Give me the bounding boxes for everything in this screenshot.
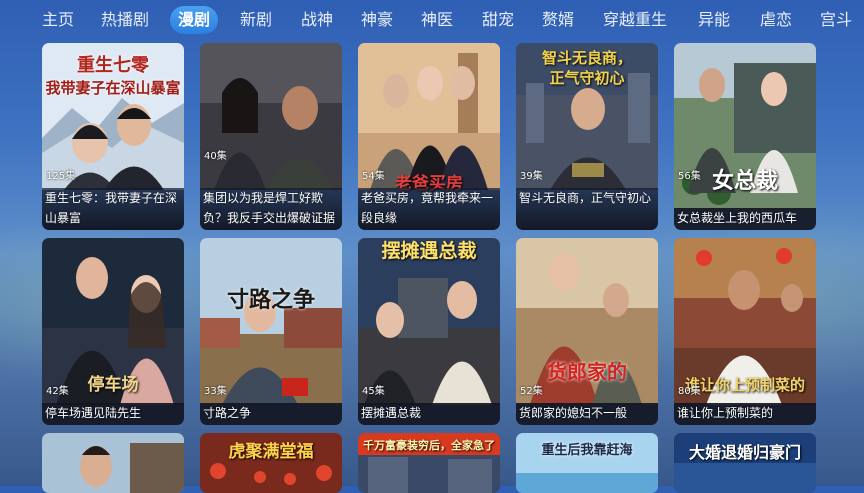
drama-title: 女总裁坐上我的西瓜车 xyxy=(674,208,816,230)
episode-count: 45集 xyxy=(362,386,385,397)
tab-tragic-love[interactable]: 虐恋 xyxy=(760,6,792,34)
poster-caption: 大婚退婚归豪门 xyxy=(688,443,801,462)
tab-palace[interactable]: 宫斗 xyxy=(820,6,852,34)
category-nav: 主页 热播剧 漫剧 新剧 战神 神豪 神医 甜宠 赘婿 穿越重生 异能 虐恋 宫… xyxy=(0,0,864,38)
drama-card[interactable]: 摆摊遇总裁 45集 摆摊遇总裁 xyxy=(358,238,500,425)
drama-title: 停车场遇见陆先生 xyxy=(42,403,184,425)
poster-caption: 重生七零 xyxy=(77,55,149,76)
drama-card[interactable]: 千万富豪装穷后，全家急了 xyxy=(358,433,500,493)
drama-card[interactable]: 停车场 42集 停车场遇见陆先生 xyxy=(42,238,184,425)
drama-title: 重生七零：我带妻子在深山暴富 xyxy=(42,188,184,230)
episode-count: 125集 xyxy=(46,171,76,182)
drama-poster: 谁让你上预制菜的 xyxy=(674,238,816,405)
drama-poster: 大婚退婚归豪门 xyxy=(674,433,816,493)
drama-poster: 寸路之争 xyxy=(200,238,342,405)
tab-home[interactable]: 主页 xyxy=(42,6,74,34)
drama-title: 谁让你上预制菜的 xyxy=(674,403,816,425)
episode-count: 42集 xyxy=(46,386,69,397)
poster-caption: 摆摊遇总裁 xyxy=(381,240,477,262)
drama-card[interactable]: 大婚退婚归豪门 xyxy=(674,433,816,493)
drama-title: 集团以为我是焊工好欺负？我反手交出爆破证据 xyxy=(200,188,342,230)
drama-card[interactable]: 货郎家的 52集 货郎家的媳妇不一般 xyxy=(516,238,658,425)
drama-title: 摆摊遇总裁 xyxy=(358,403,500,425)
tab-tycoon[interactable]: 神豪 xyxy=(361,6,393,34)
drama-poster xyxy=(200,43,342,190)
drama-poster: 货郎家的 xyxy=(516,238,658,405)
drama-card[interactable]: 重生后我靠赶海 xyxy=(516,433,658,493)
drama-title: 寸路之争 xyxy=(200,403,342,425)
drama-poster: 摆摊遇总裁 xyxy=(358,238,500,405)
poster-caption: 寸路之争 xyxy=(226,287,315,313)
tab-time-travel[interactable]: 穿越重生 xyxy=(603,6,667,34)
drama-card[interactable]: 寸路之争 33集 寸路之争 xyxy=(200,238,342,425)
drama-card[interactable]: 女总裁 56集 女总裁坐上我的西瓜车 xyxy=(674,43,816,230)
drama-poster: 重生后我靠赶海 xyxy=(516,433,658,493)
tab-sweet[interactable]: 甜宠 xyxy=(482,6,514,34)
drama-card[interactable]: 虎聚满堂福 xyxy=(200,433,342,493)
drama-poster xyxy=(42,433,184,493)
drama-title: 货郎家的媳妇不一般 xyxy=(516,403,658,425)
tab-doctor[interactable]: 神医 xyxy=(421,6,453,34)
tab-comic-drama[interactable]: 漫剧 xyxy=(170,6,219,34)
episode-count: 33集 xyxy=(204,386,227,397)
drama-title: 智斗无良商，正气守初心 xyxy=(516,188,658,230)
episode-count: 54集 xyxy=(362,171,385,182)
tab-superpower[interactable]: 异能 xyxy=(698,6,730,34)
episode-count: 52集 xyxy=(520,386,543,397)
poster-caption: 我带妻子在深山暴富 xyxy=(45,79,181,97)
poster-caption: 虎聚满堂福 xyxy=(228,442,314,462)
poster-caption: 千万富豪装穷后，全家急了 xyxy=(363,439,495,452)
episode-count: 40集 xyxy=(204,151,227,162)
poster-caption: 重生后我靠赶海 xyxy=(541,443,633,458)
drama-card[interactable] xyxy=(42,433,184,493)
tab-hot[interactable]: 热播剧 xyxy=(101,6,149,34)
tab-war-god[interactable]: 战神 xyxy=(301,6,333,34)
tab-son-in-law[interactable]: 赘婿 xyxy=(542,6,574,34)
tab-new[interactable]: 新剧 xyxy=(240,6,272,34)
poster-caption: 智斗无良商， xyxy=(541,49,632,67)
drama-card[interactable]: 40集 集团以为我是焊工好欺负？我反手交出爆破证据 xyxy=(200,43,342,230)
drama-title: 老爸买房，竟帮我牵来一段良缘 xyxy=(358,188,500,230)
poster-caption: 货郎家的 xyxy=(547,360,627,384)
drama-card[interactable]: 重生七零 我带妻子在深山暴富 125集 重生七零：我带妻子在深山暴富 xyxy=(42,43,184,230)
episode-count: 56集 xyxy=(678,171,701,182)
episode-count: 80集 xyxy=(678,386,701,397)
drama-poster: 停车场 xyxy=(42,238,184,405)
drama-poster: 虎聚满堂福 xyxy=(200,433,342,493)
drama-card[interactable]: 谁让你上预制菜的 80集 谁让你上预制菜的 xyxy=(674,238,816,425)
drama-poster: 千万富豪装穷后，全家急了 xyxy=(358,433,500,493)
poster-caption: 正气守初心 xyxy=(549,69,625,87)
drama-card[interactable]: 智斗无良商， 正气守初心 39集 智斗无良商，正气守初心 xyxy=(516,43,658,230)
drama-card[interactable]: 老爸买房 54集 老爸买房，竟帮我牵来一段良缘 xyxy=(358,43,500,230)
episode-count: 39集 xyxy=(520,171,543,182)
